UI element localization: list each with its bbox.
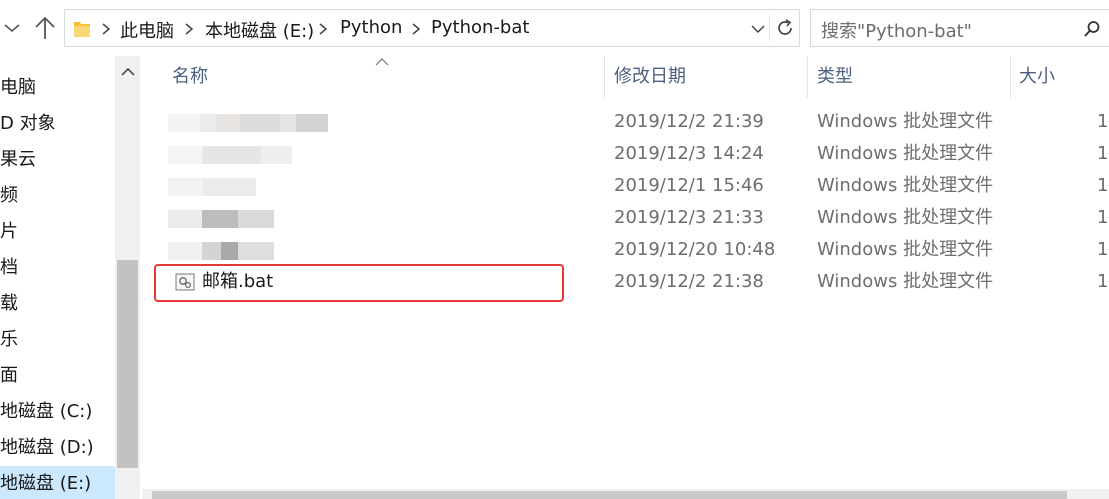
file-size: 1 [1097,175,1109,196]
column-header-name[interactable]: 名称 [172,56,208,98]
file-type: Windows 批处理文件 [817,207,994,228]
chevron-down-icon[interactable] [751,23,765,35]
horizontal-scrollbar[interactable] [142,489,1109,499]
breadcrumb-separator-icon[interactable] [183,22,195,36]
file-type: Windows 批处理文件 [817,239,994,260]
redacted-file-name [168,146,292,164]
breadcrumb-python-bat[interactable]: Python-bat [431,17,529,38]
file-modified: 2019/12/2 21:38 [614,271,764,292]
refresh-icon[interactable] [775,18,795,38]
file-modified: 2019/12/2 21:39 [614,111,764,132]
nav-item-3d-objects[interactable]: D 对象 [0,106,56,142]
file-type: Windows 批处理文件 [817,111,994,132]
column-header-type[interactable]: 类型 [817,56,853,98]
nav-item-pictures[interactable]: 片 [0,214,18,250]
redacted-file-name [168,242,274,260]
nav-item-drive-d[interactable]: 地磁盘 (D:) [0,430,94,466]
redacted-file-name [168,210,274,228]
sort-ascending-icon [375,58,389,66]
file-modified: 2019/12/1 15:46 [614,175,764,196]
up-arrow-icon[interactable] [32,14,58,42]
breadcrumb-this-pc[interactable]: 此电脑 [120,17,174,43]
file-type: Windows 批处理文件 [817,271,994,292]
nav-item-nutstore[interactable]: 果云 [0,142,36,178]
column-header-size[interactable]: 大小 [1019,56,1055,98]
table-row[interactable]: 2019/12/3 14:24 Windows 批处理文件 1 [142,138,1109,170]
column-header-modified[interactable]: 修改日期 [614,56,686,98]
column-divider[interactable] [1010,56,1011,98]
address-toolbar: 此电脑 本地磁盘 (E:) Python Python-bat 搜索"Pytho… [0,0,1109,56]
search-icon[interactable] [1083,20,1101,38]
file-modified: 2019/12/3 14:24 [614,143,764,164]
nav-item-downloads[interactable]: 载 [0,286,18,322]
highlight-annotation [154,264,564,302]
file-size: 1 [1097,271,1109,292]
chevron-up-icon[interactable] [121,66,135,78]
file-type: Windows 批处理文件 [817,143,994,164]
table-row[interactable]: 2019/12/2 21:39 Windows 批处理文件 1 [142,106,1109,138]
redacted-file-name [168,178,256,196]
redacted-file-name [168,114,328,132]
address-bar[interactable]: 此电脑 本地磁盘 (E:) Python Python-bat [64,9,800,47]
breadcrumb-drive-e[interactable]: 本地磁盘 (E:) [205,17,314,43]
nav-item-desktop[interactable]: 面 [0,358,18,394]
column-divider[interactable] [604,56,605,98]
folder-icon [74,22,90,37]
nav-scrollbar[interactable] [115,56,140,499]
file-size: 1 [1097,143,1109,164]
column-divider[interactable] [807,56,808,98]
divider [769,15,770,41]
table-row[interactable]: 2019/12/20 10:48 Windows 批处理文件 1 [142,234,1109,266]
breadcrumb-separator-icon[interactable] [317,22,329,36]
breadcrumb-separator-icon[interactable] [410,22,422,36]
scrollbar-thumb[interactable] [152,491,1067,499]
breadcrumb-separator-icon[interactable] [100,22,112,36]
search-placeholder[interactable]: 搜索"Python-bat" [821,17,972,43]
file-size: 1 [1097,111,1109,132]
file-modified: 2019/12/20 10:48 [614,239,776,260]
file-size: 1 [1097,207,1109,228]
nav-item-this-pc[interactable]: 电脑 [0,70,36,106]
search-box[interactable]: 搜索"Python-bat" [810,9,1109,47]
nav-item-documents[interactable]: 档 [0,250,18,286]
table-row[interactable]: 2019/12/1 15:46 Windows 批处理文件 1 [142,170,1109,202]
file-size: 1 [1097,239,1109,260]
nav-item-drive-c[interactable]: 地磁盘 (C:) [0,394,92,430]
table-row[interactable]: 2019/12/3 21:33 Windows 批处理文件 1 [142,202,1109,234]
scrollbar-thumb[interactable] [117,260,138,468]
nav-item-music[interactable]: 乐 [0,322,18,358]
file-list: 名称 修改日期 类型 大小 2019/12/2 21:39 Windows 批处… [142,56,1109,499]
nav-item-drive-e[interactable]: 地磁盘 (E:) [0,466,115,499]
file-modified: 2019/12/3 21:33 [614,207,764,228]
nav-item-videos[interactable]: 频 [0,178,18,214]
chevron-down-icon[interactable] [2,16,22,40]
file-type: Windows 批处理文件 [817,175,994,196]
breadcrumb-python[interactable]: Python [340,17,402,38]
